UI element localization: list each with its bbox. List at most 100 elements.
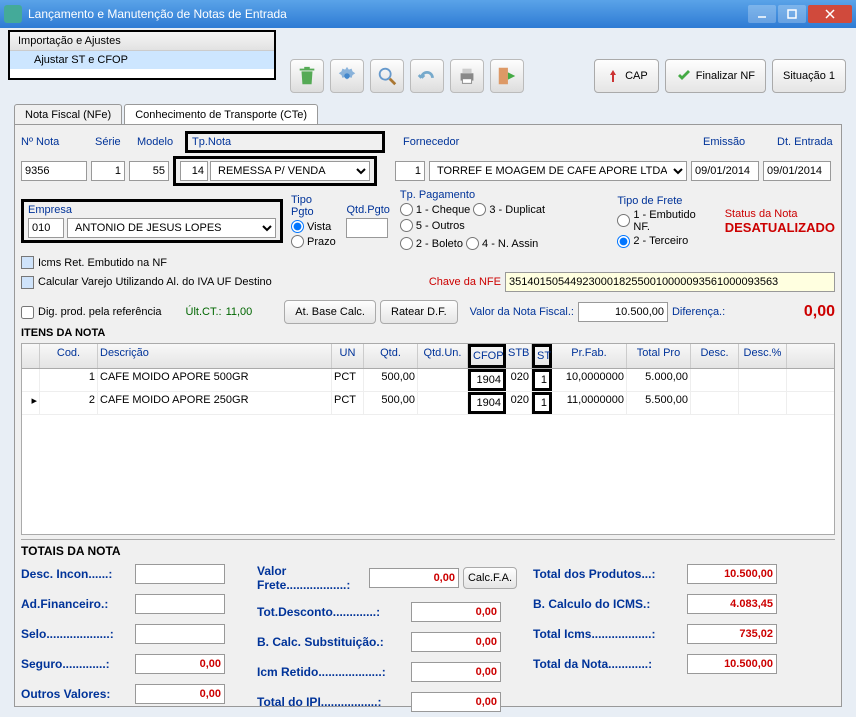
gear-icon[interactable] xyxy=(330,59,364,93)
icmret-input[interactable] xyxy=(411,662,501,682)
tab-cte[interactable]: Conhecimento de Transporte (CTe) xyxy=(124,104,318,126)
valornota-input[interactable] xyxy=(578,302,668,322)
serie-input[interactable] xyxy=(91,161,125,181)
radio-prazo[interactable]: Prazo xyxy=(291,235,336,248)
bcalcsub-input[interactable] xyxy=(411,632,501,652)
radio-embutido[interactable]: 1 - Embutido NF. xyxy=(617,209,712,233)
selo-label: Selo...................: xyxy=(21,627,131,641)
close-button[interactable] xyxy=(808,5,852,23)
fornecedor-select[interactable]: TORREF E MOAGEM DE CAFE APORE LTDA xyxy=(429,161,687,181)
situacao-button[interactable]: Situação 1 xyxy=(772,59,846,93)
col-qtdun[interactable]: Qtd.Un. xyxy=(418,344,468,368)
col-qtd[interactable]: Qtd. xyxy=(364,344,418,368)
diferenca-label: Diferença.: xyxy=(672,306,725,318)
menu-item-importacao[interactable]: Importação e Ajustes xyxy=(10,32,274,51)
minimize-button[interactable] xyxy=(748,5,776,23)
status-label: Status da Nota xyxy=(725,208,835,220)
fornecedor-label: Fornecedor xyxy=(403,136,459,148)
outros-label: Outros Valores: xyxy=(21,687,131,701)
col-dscp[interactable]: Desc.% xyxy=(739,344,787,368)
toolbar: CAP Finalizar NF Situação 1 xyxy=(290,54,846,98)
col-st[interactable]: ST xyxy=(532,344,552,368)
seguro-label: Seguro.............: xyxy=(21,657,131,671)
seguro-input[interactable] xyxy=(135,654,225,674)
num-nota-label: Nº Nota xyxy=(21,136,59,148)
totdesc-label: Tot.Desconto.............: xyxy=(257,605,407,619)
menu-importacao[interactable]: Importação e Ajustes Ajustar ST e CFOP xyxy=(8,30,276,80)
col-un[interactable]: UN xyxy=(332,344,364,368)
desc-incon-input[interactable] xyxy=(135,564,225,584)
atbase-button[interactable]: At. Base Calc. xyxy=(284,300,376,324)
grid-title: ITENS DA NOTA xyxy=(21,327,835,339)
valor-frete-input[interactable] xyxy=(369,568,459,588)
adfin-label: Ad.Financeiro.: xyxy=(21,597,131,611)
chk-dig-prod[interactable]: Dig. prod. pela referência xyxy=(21,306,162,319)
bcalcsub-label: B. Calc. Substituição.: xyxy=(257,635,407,649)
col-desc[interactable]: Descrição xyxy=(98,344,332,368)
adfin-input[interactable] xyxy=(135,594,225,614)
chave-input[interactable] xyxy=(505,272,835,292)
bcalcicms-label: B. Calculo do ICMS.: xyxy=(533,597,683,611)
totnota-label: Total da Nota............: xyxy=(533,657,683,671)
col-dsc[interactable]: Desc. xyxy=(691,344,739,368)
items-grid: Cod. Descrição UN Qtd. Qtd.Un. CFOP STB … xyxy=(21,343,835,535)
maximize-button[interactable] xyxy=(778,5,806,23)
calcfa-button[interactable]: Calc.F.A. xyxy=(463,567,517,589)
radio-duplicat[interactable]: 3 - Duplicat xyxy=(473,203,545,216)
col-tot[interactable]: Total Pro xyxy=(627,344,691,368)
col-fab[interactable]: Pr.Fab. xyxy=(552,344,627,368)
serie-label: Série xyxy=(95,136,121,148)
tab-nfe[interactable]: Nota Fiscal (NFe) xyxy=(14,104,122,126)
qtdpgto-input[interactable] xyxy=(346,218,388,238)
print-icon[interactable] xyxy=(450,59,484,93)
modelo-input[interactable] xyxy=(129,161,169,181)
col-cfop[interactable]: CFOP xyxy=(468,344,506,368)
col-cod[interactable]: Cod. xyxy=(40,344,98,368)
table-row[interactable]: ▸2CAFE MOIDO APORE 250GRPCT500,001904020… xyxy=(22,392,834,415)
fornecedor-code-input[interactable] xyxy=(395,161,425,181)
chk-icms-ret[interactable]: Icms Ret. Embutido na NF xyxy=(21,256,167,269)
search-icon[interactable] xyxy=(370,59,404,93)
finalizar-button[interactable]: Finalizar NF xyxy=(665,59,766,93)
table-row[interactable]: 1CAFE MOIDO APORE 500GRPCT500,0019040201… xyxy=(22,369,834,392)
num-nota-input[interactable] xyxy=(21,161,87,181)
status-value: DESATUALIZADO xyxy=(725,220,835,235)
toticms-label: Total Icms..................: xyxy=(533,627,683,641)
tpnota-select[interactable]: REMESSA P/ VENDA xyxy=(210,161,370,181)
tpnota-code-input[interactable] xyxy=(180,161,208,181)
radio-nassin[interactable]: 4 - N. Assin xyxy=(466,237,538,250)
undo-icon[interactable] xyxy=(410,59,444,93)
col-stb[interactable]: STB xyxy=(506,344,532,368)
chk-calc-varejo[interactable]: Calcular Varejo Utilizando Al. do IVA UF… xyxy=(21,276,272,289)
tppag-label: Tp. Pagamento xyxy=(400,189,608,201)
radio-terceiro[interactable]: 2 - Terceiro xyxy=(617,235,712,248)
desc-incon-label: Desc. Incon......: xyxy=(21,567,131,581)
submenu-ajustar-st-cfop[interactable]: Ajustar ST e CFOP xyxy=(10,51,274,69)
totipi-input[interactable] xyxy=(411,692,501,712)
totprod-input xyxy=(687,564,777,584)
selo-input[interactable] xyxy=(135,624,225,644)
window-title: Lançamento e Manutenção de Notas de Entr… xyxy=(28,7,748,21)
exit-icon[interactable] xyxy=(490,59,524,93)
trash-icon[interactable] xyxy=(290,59,324,93)
modelo-label: Modelo xyxy=(137,136,173,148)
ratear-button[interactable]: Ratear D.F. xyxy=(380,300,458,324)
totals-title: TOTAIS DA NOTA xyxy=(21,544,835,558)
radio-cheque[interactable]: 1 - Cheque xyxy=(400,203,470,216)
radio-boleto[interactable]: 2 - Boleto xyxy=(400,237,463,250)
bcalcicms-input xyxy=(687,594,777,614)
outros-input[interactable] xyxy=(135,684,225,704)
tipofrete-label: Tipo de Frete xyxy=(617,195,712,207)
emissao-input[interactable] xyxy=(691,161,759,181)
toticms-input xyxy=(687,624,777,644)
empresa-select[interactable]: ANTONIO DE JESUS LOPES xyxy=(67,218,276,238)
radio-vista[interactable]: Vista xyxy=(291,220,336,233)
totnota-input xyxy=(687,654,777,674)
radio-outros[interactable]: 5 - Outros xyxy=(400,219,465,232)
qtdpgto-label: Qtd.Pgto xyxy=(346,204,389,216)
cap-button[interactable]: CAP xyxy=(594,59,659,93)
totdesc-input[interactable] xyxy=(411,602,501,622)
dtentrada-input[interactable] xyxy=(763,161,831,181)
valornota-label: Valor da Nota Fiscal.: xyxy=(470,306,574,318)
empresa-code-input[interactable] xyxy=(28,218,64,238)
